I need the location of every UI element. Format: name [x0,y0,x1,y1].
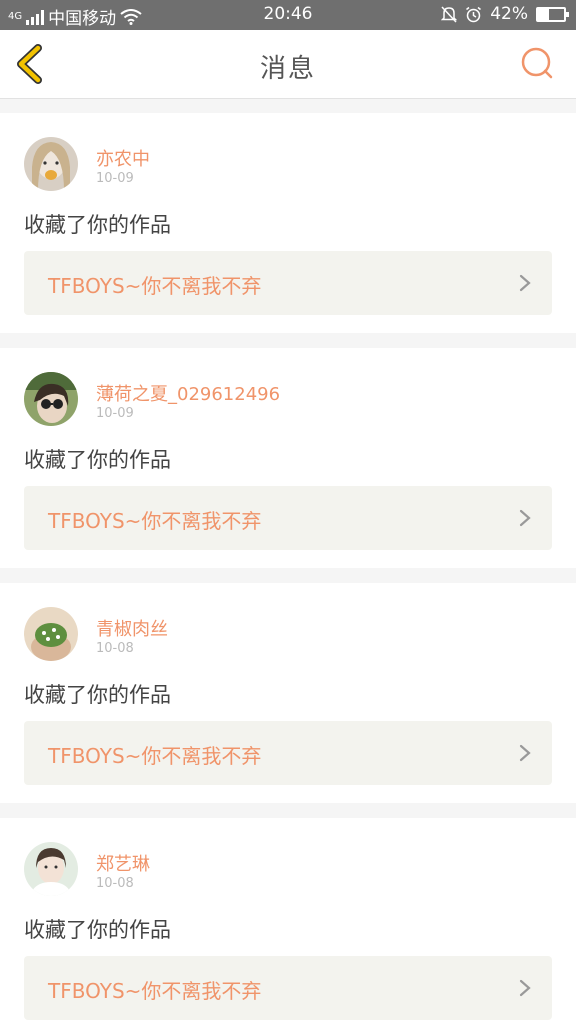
message-date: 10-09 [96,406,134,421]
battery-percent: 42% [490,4,528,24]
battery-icon [536,6,569,22]
search-icon[interactable] [520,46,554,80]
message-action: 收藏了你的作品 [24,213,171,237]
work-link[interactable]: TFBOYS~你不离我不弃 [24,251,552,315]
work-title: TFBOYS~你不离我不弃 [48,979,262,1003]
work-title: TFBOYS~你不离我不弃 [48,744,262,768]
message-list: 亦农中 10-09 收藏了你的作品 TFBOYS~你不离我不弃 薄荷之夏_029… [0,113,576,1024]
user-name[interactable]: 亦农中 [96,145,150,171]
avatar[interactable] [24,842,78,896]
work-link[interactable]: TFBOYS~你不离我不弃 [24,721,552,785]
avatar[interactable] [24,137,78,191]
message-date: 10-08 [96,876,134,891]
avatar[interactable] [24,372,78,426]
message-action: 收藏了你的作品 [24,448,171,472]
message-action: 收藏了你的作品 [24,918,171,942]
user-name[interactable]: 青椒肉丝 [96,615,168,641]
message-action: 收藏了你的作品 [24,683,171,707]
chevron-right-icon [519,979,531,997]
work-link[interactable]: TFBOYS~你不离我不弃 [24,486,552,550]
message-date: 10-08 [96,641,134,656]
message-date: 10-09 [96,171,134,186]
work-title: TFBOYS~你不离我不弃 [48,274,262,298]
work-title: TFBOYS~你不离我不弃 [48,509,262,533]
chevron-right-icon [519,744,531,762]
status-right: 42% [441,4,569,24]
message-card: 青椒肉丝 10-08 收藏了你的作品 TFBOYS~你不离我不弃 [0,583,576,803]
header-bar: 消息 [0,30,576,99]
mute-bell-icon [441,5,458,23]
message-card: 郑艺琳 10-08 收藏了你的作品 TFBOYS~你不离我不弃 [0,818,576,1024]
page-title: 消息 [259,54,316,84]
status-bar: 4G 中国移动 20:46 42% [0,0,576,30]
work-link[interactable]: TFBOYS~你不离我不弃 [24,956,552,1020]
message-card: 亦农中 10-09 收藏了你的作品 TFBOYS~你不离我不弃 [0,113,576,333]
user-name[interactable]: 薄荷之夏_029612496 [96,380,280,406]
avatar[interactable] [24,607,78,661]
user-name[interactable]: 郑艺琳 [96,850,150,876]
message-card: 薄荷之夏_029612496 10-09 收藏了你的作品 TFBOYS~你不离我… [0,348,576,568]
chevron-right-icon [519,274,531,292]
chevron-right-icon [519,509,531,527]
alarm-icon [466,6,482,22]
